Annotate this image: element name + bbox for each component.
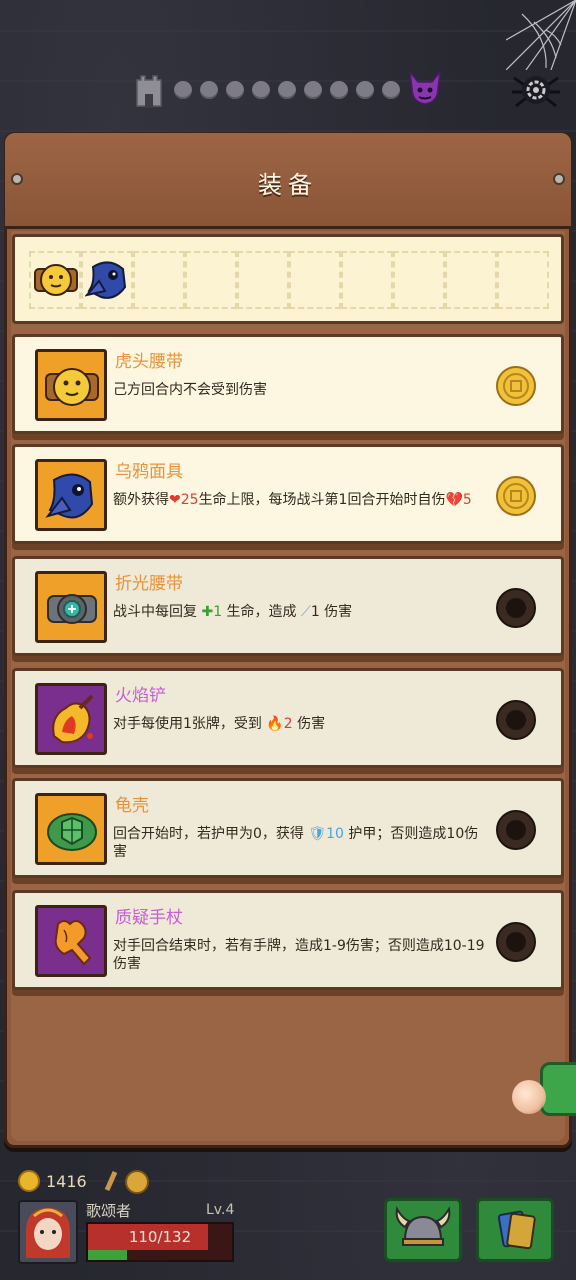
equipment-item[interactable]: 火焰铲 对手每使用1张牌，受到 🔥2 伤害 xyxy=(12,668,564,768)
empty-socket-icon xyxy=(496,922,536,962)
stage-dot xyxy=(278,81,296,99)
helmet-button[interactable] xyxy=(384,1198,462,1262)
crow-mask-icon xyxy=(85,261,127,299)
plus-heal-icon: ✚ xyxy=(201,604,214,620)
equipment-item[interactable]: 龟壳 回合开始时，若护甲为0，获得 🛡10 护甲；否则造成10伤害 xyxy=(12,778,564,878)
tiger-belt-icon xyxy=(45,368,99,406)
equip-slot-10[interactable] xyxy=(497,251,549,309)
bard-portrait-icon xyxy=(26,1208,70,1258)
player-level: Lv.4 xyxy=(206,1202,235,1218)
demon-boss-icon xyxy=(408,69,442,105)
equipment-item[interactable]: 虎头腰带 己方回合内不会受到伤害 xyxy=(12,334,564,434)
stage-dot xyxy=(226,81,244,99)
equip-slot-4[interactable] xyxy=(185,251,237,309)
player-avatar[interactable] xyxy=(18,1200,78,1264)
item-name: 龟壳 xyxy=(115,796,149,816)
card-deck-button[interactable] xyxy=(476,1198,554,1262)
trinkets-icon xyxy=(104,1170,149,1194)
gold-coin-icon xyxy=(496,476,536,516)
hp-text: 110/132 xyxy=(128,1228,192,1246)
equip-slot-8[interactable] xyxy=(393,251,445,309)
item-description: 回合开始时，若护甲为0，获得 🛡10 护甲；否则造成10伤害 xyxy=(113,826,479,860)
equip-slot-3[interactable] xyxy=(133,251,185,309)
side-tab-button[interactable] xyxy=(540,1062,576,1116)
stage-dot xyxy=(382,81,400,99)
equip-slot-9[interactable] xyxy=(445,251,497,309)
item-description: 额外获得❤25生命上限，每场战斗第1回合开始时自伤💔5 xyxy=(113,492,472,508)
hp-bar: 110/132 xyxy=(86,1222,234,1262)
gold-coin-icon xyxy=(18,1170,40,1192)
empty-socket-icon xyxy=(496,588,536,628)
equip-slot-5[interactable] xyxy=(237,251,289,309)
equip-slot-6[interactable] xyxy=(289,251,341,309)
panel-header: 装备 xyxy=(5,133,571,229)
item-icon-frame xyxy=(35,905,107,977)
item-name: 虎头腰带 xyxy=(115,352,183,372)
gold-coin-icon xyxy=(496,366,536,406)
player-name: 歌颂者 xyxy=(86,1202,132,1220)
equip-slot-1[interactable] xyxy=(29,251,81,309)
turtle-shell-icon xyxy=(47,813,97,851)
doubt-cane-icon xyxy=(54,920,92,966)
broken-heart-icon: 💔 xyxy=(445,492,463,508)
equip-slot-2[interactable] xyxy=(81,251,133,309)
item-description: 战斗中每回复 ✚1 生命，造成 ⟋1 伤害 xyxy=(113,604,353,620)
equipment-item[interactable]: 质疑手杖 对手回合结束时，若有手牌，造成1-9伤害；否则造成10-19伤害 xyxy=(12,890,564,990)
sword-icon: ⟋ xyxy=(301,604,311,620)
viking-helmet-icon xyxy=(395,1206,451,1246)
gold-amount: 1416 xyxy=(46,1171,87,1191)
stage-dot xyxy=(252,81,270,99)
item-name: 乌鸦面具 xyxy=(115,462,183,482)
empty-socket-icon xyxy=(496,700,536,740)
heart-icon: ❤ xyxy=(169,492,181,508)
item-description: 对手每使用1张牌，受到 🔥2 伤害 xyxy=(113,716,326,732)
equip-slot-7[interactable] xyxy=(341,251,393,309)
item-description: 对手回合结束时，若有手牌，造成1-9伤害；否则造成10-19伤害 xyxy=(113,938,485,972)
refraction-belt-icon xyxy=(47,594,97,624)
cards-icon xyxy=(497,1210,536,1250)
fire-icon: 🔥 xyxy=(266,716,284,732)
xp-fill xyxy=(88,1250,127,1260)
flame-shovel-icon xyxy=(52,694,94,744)
floating-orb[interactable] xyxy=(512,1080,546,1114)
stage-progress xyxy=(0,60,576,120)
tiger-belt-icon xyxy=(34,264,78,296)
item-name: 质疑手杖 xyxy=(115,908,183,928)
stage-dot xyxy=(330,81,348,99)
item-icon-frame xyxy=(35,571,107,643)
item-name: 折光腰带 xyxy=(115,574,183,594)
equipment-item[interactable]: 乌鸦面具 额外获得❤25生命上限，每场战斗第1回合开始时自伤💔5 xyxy=(12,444,564,544)
stage-dot xyxy=(356,81,374,99)
shield-icon: 🛡 xyxy=(308,826,327,842)
castle-icon xyxy=(136,75,162,108)
equipment-item[interactable]: 折光腰带 战斗中每回复 ✚1 生命，造成 ⟋1 伤害 xyxy=(12,556,564,656)
stage-dot xyxy=(174,81,192,99)
item-description: 己方回合内不会受到伤害 xyxy=(113,382,267,398)
gold-display: 1416 xyxy=(18,1166,153,1196)
equipped-slots xyxy=(12,234,564,324)
stage-dot xyxy=(304,81,322,99)
settings-gear-icon[interactable] xyxy=(508,64,564,114)
panel-title: 装备 xyxy=(258,171,318,199)
item-icon-frame xyxy=(35,459,107,531)
item-icon-frame xyxy=(35,793,107,865)
item-name: 火焰铲 xyxy=(115,686,166,706)
item-icon-frame xyxy=(35,683,107,755)
crow-mask-icon xyxy=(45,473,94,519)
empty-socket-icon xyxy=(496,810,536,850)
stage-dot xyxy=(200,81,218,99)
item-icon-frame xyxy=(35,349,107,421)
